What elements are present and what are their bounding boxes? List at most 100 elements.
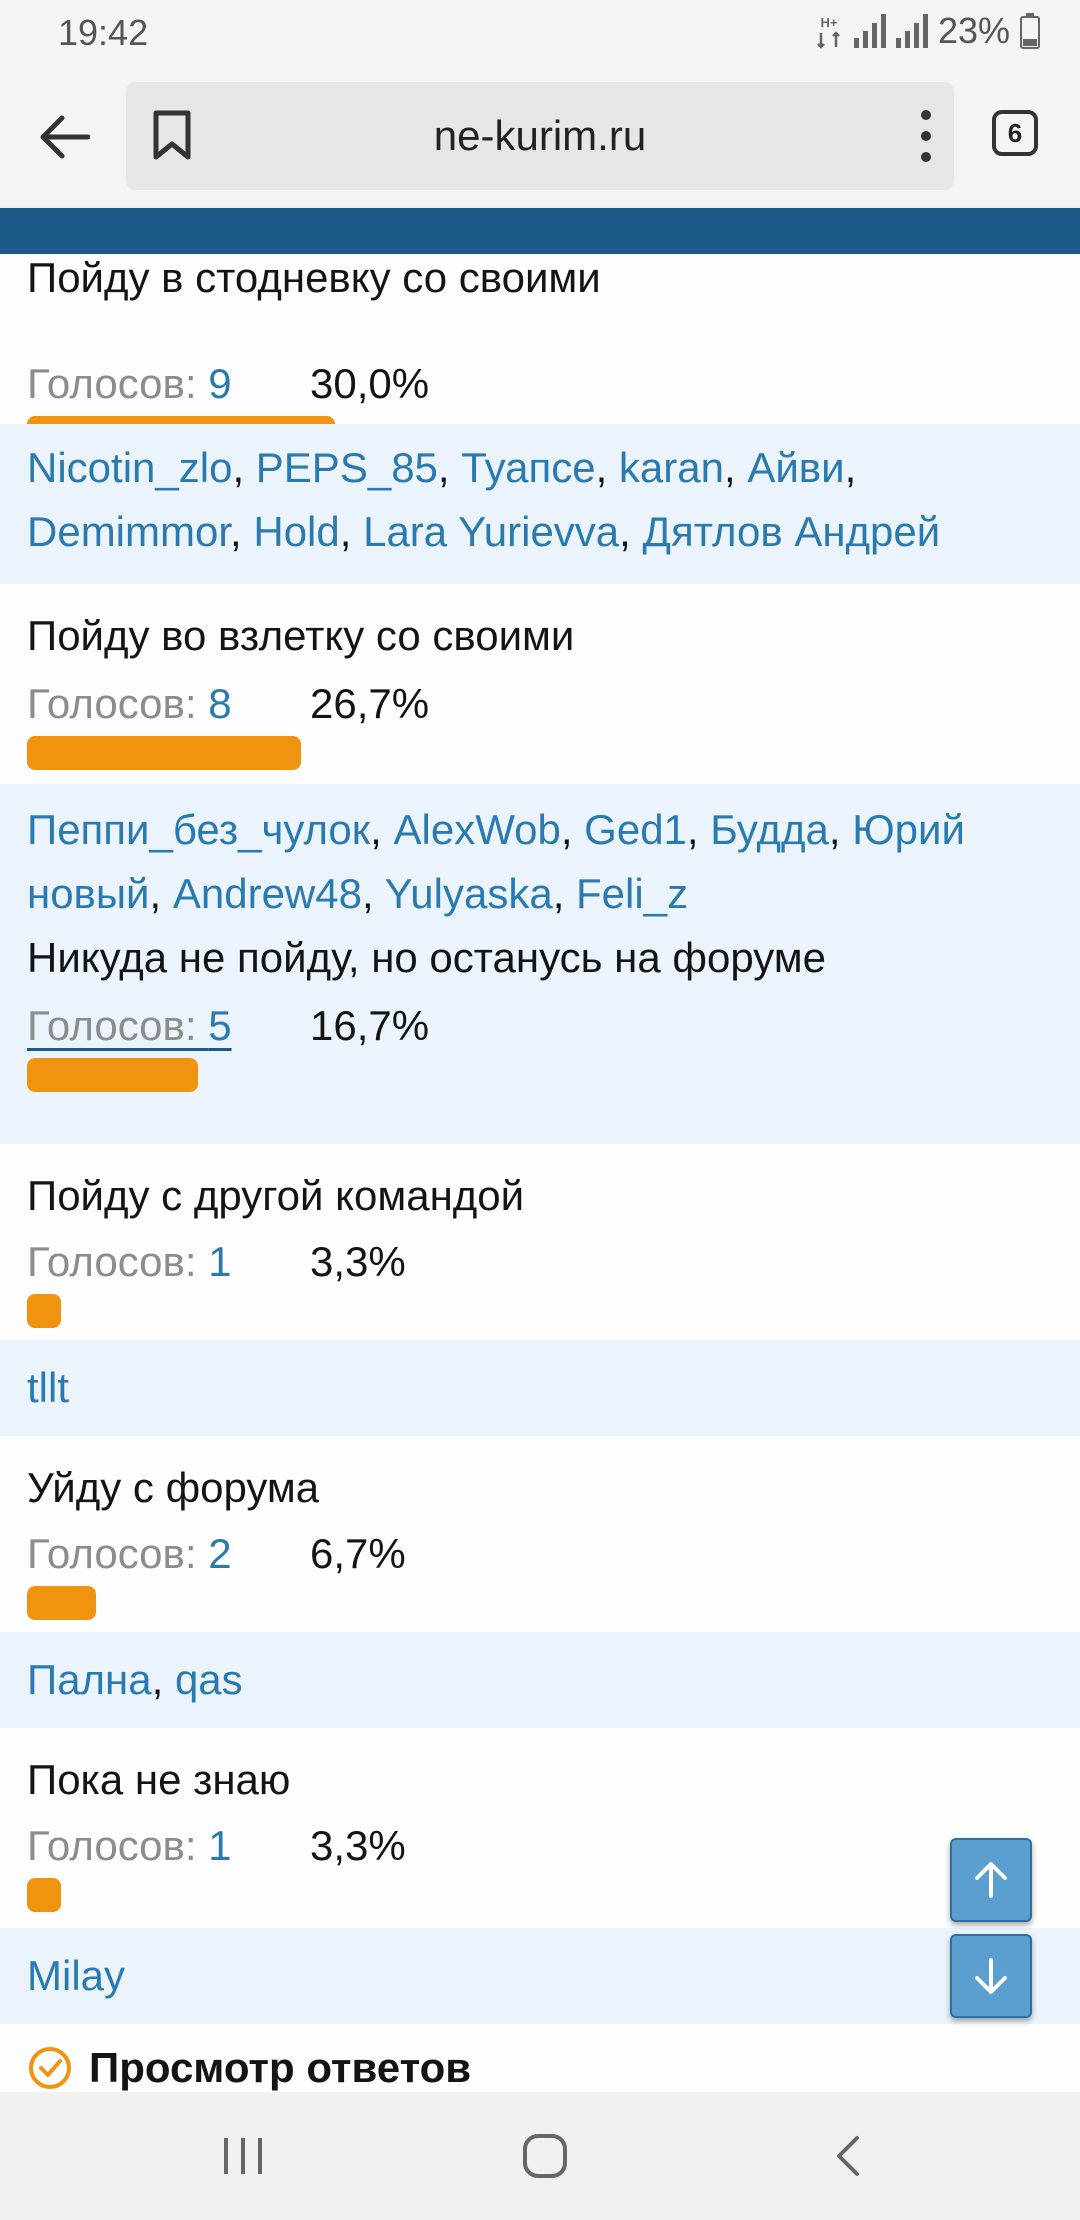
voter-link[interactable]: Yulyaska bbox=[385, 870, 553, 917]
voter-names: tllt bbox=[27, 1356, 1060, 1420]
poll-option: Пойду с другой командой Голосов: 1 3,3% bbox=[0, 1144, 1080, 1340]
back-button[interactable] bbox=[34, 106, 96, 168]
svg-text:H+: H+ bbox=[820, 15, 837, 30]
voter-link[interactable]: Demimmor bbox=[27, 508, 230, 555]
poll-option-text: Никуда не пойду, но останусь на форуме bbox=[27, 934, 826, 981]
poll-bar bbox=[27, 1058, 198, 1092]
voter-link[interactable]: Пална bbox=[27, 1656, 152, 1703]
voter-names: Пеппи_без_чулок, AlexWob, Ged1, Будда, Ю… bbox=[27, 798, 1060, 926]
poll-percent: 30,0% bbox=[310, 360, 430, 407]
voters-list: Пеппи_без_чулок, AlexWob, Ged1, Будда, Ю… bbox=[0, 784, 1080, 1144]
check-circle-icon bbox=[29, 2047, 71, 2089]
poll-percent: 3,3% bbox=[310, 1238, 406, 1285]
forum-header-strip bbox=[0, 208, 1080, 254]
poll-percent: 6,7% bbox=[310, 1530, 406, 1577]
votes-label: Голосов: bbox=[27, 1002, 209, 1049]
voter-link[interactable]: Milay bbox=[27, 1952, 125, 1999]
voter-link[interactable]: Айви bbox=[747, 444, 844, 491]
poll-option-text: Пойду во взлетку со своими bbox=[27, 612, 575, 659]
poll-option: Уйду с форума Голосов: 2 6,7% bbox=[0, 1436, 1080, 1632]
votes-count-link[interactable]: 1 bbox=[208, 1822, 231, 1869]
nav-back-button[interactable] bbox=[808, 2122, 888, 2190]
scroll-up-button[interactable] bbox=[950, 1838, 1032, 1922]
voter-link[interactable]: AlexWob bbox=[394, 806, 561, 853]
status-right: H+ 23% bbox=[814, 10, 1040, 52]
voter-separator: , bbox=[595, 444, 619, 491]
voter-separator: , bbox=[232, 444, 256, 491]
poll-bar bbox=[27, 1878, 61, 1912]
voter-separator: , bbox=[686, 806, 711, 853]
voter-link[interactable]: Lara Yurievva bbox=[363, 508, 619, 555]
votes-count-link[interactable]: 9 bbox=[208, 360, 231, 407]
home-icon bbox=[523, 2134, 567, 2178]
votes-label: Голосов: bbox=[27, 1530, 209, 1577]
arrow-up-icon bbox=[975, 1862, 1007, 1898]
more-vert-icon[interactable] bbox=[916, 106, 936, 166]
voter-link[interactable]: karan bbox=[619, 444, 724, 491]
voter-separator: , bbox=[828, 806, 853, 853]
votes-count-link[interactable]: 8 bbox=[208, 680, 231, 727]
voter-link[interactable]: Feli_z bbox=[576, 870, 688, 917]
battery-percent: 23% bbox=[937, 10, 1010, 51]
poll-votes-line: Голосов: 5 bbox=[27, 1002, 232, 1050]
voter-link[interactable]: Hold bbox=[253, 508, 339, 555]
voter-link[interactable]: Пеппи_без_чулок bbox=[27, 806, 370, 853]
poll-votes-line: Голосов: 9 bbox=[27, 360, 232, 408]
voter-link[interactable]: Туапсе bbox=[461, 444, 595, 491]
votes-count-link[interactable]: 2 bbox=[208, 1530, 231, 1577]
home-button[interactable] bbox=[505, 2122, 585, 2190]
address-bar[interactable]: ne-kurim.ru bbox=[126, 82, 954, 190]
network-icon: H+ bbox=[817, 15, 840, 49]
voter-link[interactable]: tllt bbox=[27, 1364, 69, 1411]
votes-count-link[interactable]: 1 bbox=[208, 1238, 231, 1285]
system-nav-bar bbox=[0, 2092, 1080, 2220]
votes-label: Голосов: bbox=[27, 360, 209, 407]
poll-option-text: Уйду с форума bbox=[27, 1464, 320, 1511]
voter-separator: , bbox=[151, 1656, 175, 1703]
voter-separator: , bbox=[723, 444, 748, 491]
voter-separator: , bbox=[230, 508, 254, 555]
signal-icon-2 bbox=[895, 14, 928, 48]
votes-link-hovered[interactable]: Голосов: 5 bbox=[27, 1002, 232, 1049]
poll-option-text: Пойду в стодневку со своими bbox=[27, 254, 601, 301]
scroll-down-button[interactable] bbox=[950, 1934, 1032, 2018]
poll-option-text: Пойду с другой командой bbox=[27, 1172, 525, 1219]
poll-option: Пока не знаю Голосов: 1 3,3% bbox=[0, 1728, 1080, 1928]
voters-list: Пална, qas bbox=[0, 1632, 1080, 1728]
voter-separator: , bbox=[619, 508, 643, 555]
votes-count-link[interactable]: 5 bbox=[208, 1002, 231, 1049]
voter-link[interactable]: Дятлов Андрей bbox=[643, 508, 941, 555]
votes-label: Голосов: bbox=[27, 680, 209, 727]
votes-label: Голосов: bbox=[27, 1822, 209, 1869]
view-results-section: Просмотр ответов bbox=[0, 2024, 1080, 2092]
voter-separator: , bbox=[149, 870, 173, 917]
tab-switcher-button[interactable]: 6 bbox=[992, 110, 1038, 156]
voter-link[interactable]: Andrew48 bbox=[173, 870, 362, 917]
voter-link[interactable]: Nicotin_zlo bbox=[27, 444, 232, 491]
poll-percent: 16,7% bbox=[310, 1002, 430, 1049]
voters-list: Milay bbox=[0, 1928, 1080, 2024]
recent-apps-button[interactable] bbox=[203, 2122, 283, 2190]
poll-option: Пойду во взлетку со своими Голосов: 8 26… bbox=[0, 584, 1080, 784]
poll-votes-line: Голосов: 1 bbox=[27, 1238, 232, 1286]
voter-separator: , bbox=[361, 870, 385, 917]
poll-bar bbox=[27, 1294, 61, 1328]
voter-separator: , bbox=[370, 806, 394, 853]
voter-link[interactable]: PEPS_85 bbox=[256, 444, 438, 491]
view-results-label: Просмотр ответов bbox=[89, 2044, 472, 2091]
url-text: ne-kurim.ru bbox=[433, 112, 647, 159]
voter-separator: , bbox=[552, 870, 577, 917]
browser-toolbar: ne-kurim.ru 6 bbox=[0, 66, 1080, 208]
poll-option: Пойду в стодневку со своими Голосов: 9 3… bbox=[0, 254, 1080, 450]
back-arrow-icon bbox=[40, 115, 90, 159]
voter-separator: , bbox=[560, 806, 585, 853]
voter-link[interactable]: qas bbox=[175, 1656, 243, 1703]
voter-link[interactable]: Будда bbox=[710, 806, 829, 853]
poll-votes-line: Голосов: 2 bbox=[27, 1530, 232, 1578]
view-results-title[interactable]: Просмотр ответов bbox=[27, 2044, 471, 2092]
voter-names: Пална, qas bbox=[27, 1648, 1060, 1712]
recent-apps-icon bbox=[224, 2138, 262, 2174]
poll-percent: 3,3% bbox=[310, 1822, 406, 1869]
poll-votes-line: Голосов: 1 bbox=[27, 1822, 232, 1870]
voter-link[interactable]: Ged1 bbox=[584, 806, 687, 853]
